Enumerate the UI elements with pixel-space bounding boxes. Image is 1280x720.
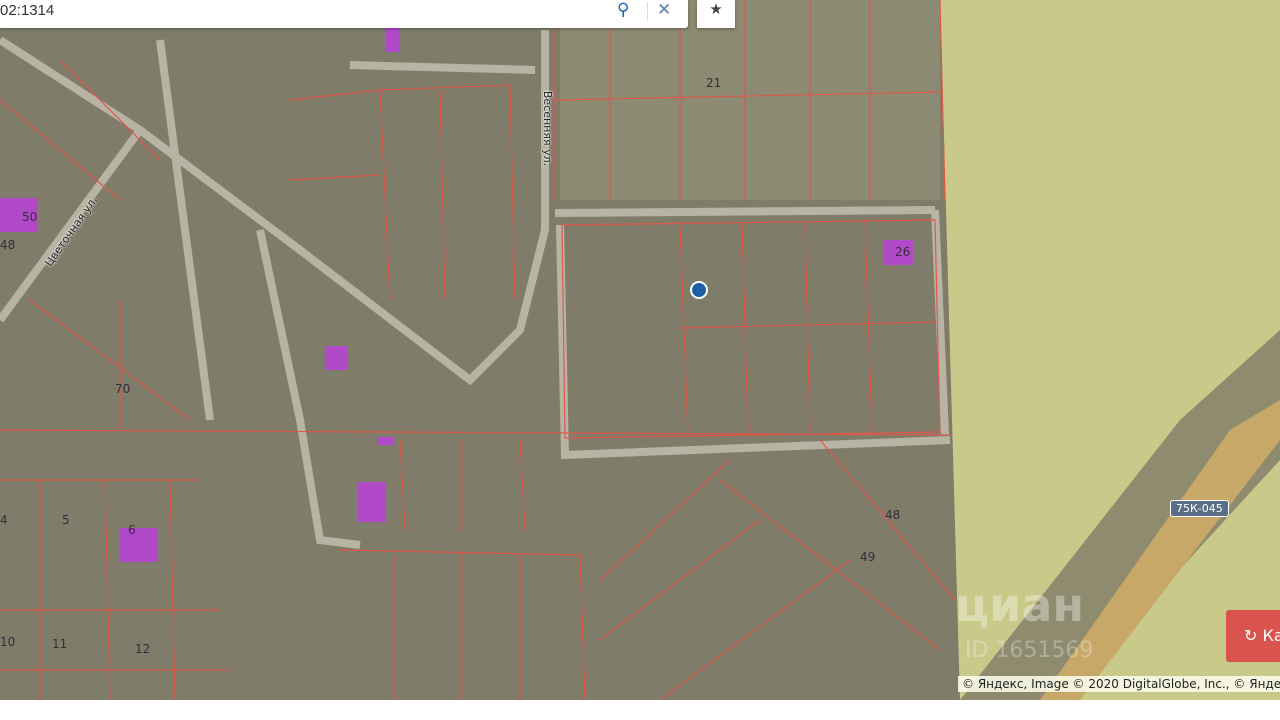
plot-number: 48 [0,238,16,252]
search-icon[interactable]: ⚲ [617,0,629,20]
close-icon[interactable]: ✕ [657,0,671,20]
search-bar[interactable]: 02:1314 ⚲ ✕ [0,0,688,28]
route-badge: 75К-045 [1170,500,1229,517]
plot-number: 12 [135,642,151,656]
plot-number: 4 [0,513,8,527]
satellite-map[interactable]: 50 48 70 21 26 48 49 4 5 6 10 11 12 Цвет… [0,0,1280,700]
location-marker[interactable] [690,281,708,299]
plot-number: 48 [885,508,901,522]
plot-number: 70 [115,382,131,396]
plot-number: 50 [22,210,38,224]
plot-number: 6 [128,523,136,537]
refresh-icon: ↻ [1244,626,1258,645]
plot-number: 5 [62,513,70,527]
plot-number: 21 [706,76,722,90]
street-label: Весенняя ул. [541,90,555,167]
divider [647,2,648,20]
plot-number: 49 [860,550,876,564]
star-icon: ★ [709,0,723,18]
action-button[interactable]: ↻ Ка [1226,610,1280,662]
plot-number: 11 [52,637,68,651]
map-layer [0,0,1280,700]
favorite-button[interactable]: ★ [697,0,735,28]
plot-number: 10 [0,635,16,649]
map-copyright: © Яндекс, Image © 2020 DigitalGlobe, Inc… [958,676,1280,692]
watermark-id: ID 1651569 [965,638,1094,663]
watermark-logo: циан [955,578,1085,632]
search-input[interactable]: 02:1314 [0,0,54,22]
plot-number: 26 [895,245,911,259]
